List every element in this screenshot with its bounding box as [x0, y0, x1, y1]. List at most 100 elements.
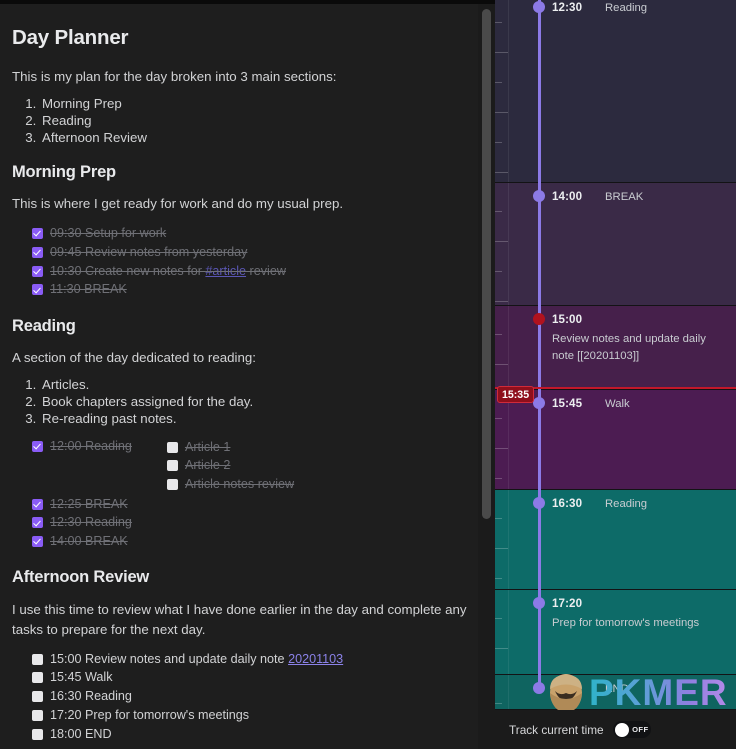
nested-task-list: Article 1 Article 2 Article notes review [139, 438, 294, 494]
task-list-item[interactable]: 09:45 Review notes from yesterday [32, 243, 471, 262]
daily-note-link[interactable]: 20201103 [288, 652, 343, 666]
timeline-gutter [495, 390, 509, 489]
task-list-item[interactable]: Article 2 [166, 457, 294, 476]
timeline-block-name: Walk [605, 398, 630, 410]
task-label: 15:45 Walk [50, 670, 113, 685]
timeline-block-time: 17:20 [552, 597, 583, 610]
timeline-block-time: 15:00 [552, 313, 583, 326]
section-paragraph: This is where I get ready for work and d… [12, 196, 344, 212]
ordered-list-item: Articles. [40, 376, 471, 393]
timeline-block-time: 16:30 [552, 497, 583, 510]
timeline-block[interactable]: 14:00 BREAK [495, 183, 736, 306]
section-paragraph: I use this time to review what I have do… [12, 602, 467, 638]
timeline-gutter [495, 590, 509, 674]
checkbox-unchecked[interactable] [32, 691, 43, 703]
note-editor-pane[interactable]: Day Planner This is my plan for the day … [0, 0, 495, 749]
tag-link[interactable]: #article [205, 264, 246, 278]
ordered-list-item: Book chapters assigned for the day. [40, 393, 471, 410]
checkbox-unchecked[interactable] [32, 728, 43, 740]
note-content: Day Planner This is my plan for the day … [0, 4, 495, 749]
checkbox-unchecked[interactable] [32, 653, 43, 665]
task-label: 14:00 BREAK [50, 534, 128, 549]
task-list-item[interactable]: 15:45 Walk [32, 669, 471, 688]
timeline-block[interactable]: 12:30 Reading [495, 0, 736, 183]
timeline-tick [495, 578, 502, 579]
day-planner-timeline-pane[interactable]: 12:30 Reading 14:00 BREAK 15:00 Review notes … [495, 0, 736, 749]
checkbox-unchecked[interactable] [166, 479, 178, 491]
note-sections: Morning Prep This is where I get ready fo… [12, 163, 471, 745]
task-list-item[interactable]: 12:25 BREAK [32, 495, 471, 514]
timeline-gutter [495, 306, 509, 389]
task-label: 09:30 Setup for work [50, 225, 167, 240]
checkbox-checked[interactable] [32, 246, 43, 258]
task-list-item[interactable]: 16:30 Reading [32, 688, 471, 707]
timeline-tick [495, 548, 508, 549]
section-heading: Reading [12, 316, 76, 335]
checkbox-unchecked[interactable] [166, 441, 178, 453]
track-current-time-toggle[interactable]: OFF [612, 721, 651, 738]
task-label: 11:30 BREAK [50, 282, 127, 297]
task-list-item[interactable]: 11:30 BREAK [32, 281, 471, 300]
task-label: 17:20 Prep for tomorrow's meetings [50, 708, 250, 723]
task-list: 09:30 Setup for work 09:45 Review notes f… [12, 224, 471, 299]
task-list-item[interactable]: 15:00 Review notes and update daily note… [32, 650, 471, 669]
task-list-item[interactable]: 18:00 END [32, 725, 471, 744]
task-list-item[interactable]: 12:00 Reading Article 1 Article 2 Article n… [32, 437, 471, 495]
timeline-tick [495, 478, 502, 479]
timeline-tick [495, 334, 502, 335]
checkbox-checked[interactable] [32, 498, 43, 510]
timeline-block-name: END [605, 683, 629, 695]
checkbox-unchecked[interactable] [166, 460, 178, 472]
task-list-item[interactable]: Article notes review [166, 476, 295, 495]
task-label: 09:45 Review notes from yesterday [50, 244, 248, 259]
intro-paragraph: This is my plan for the day broken into … [12, 68, 337, 84]
timeline-tick [495, 52, 508, 53]
checkbox-checked[interactable] [32, 517, 43, 529]
timeline-tick [495, 22, 502, 23]
timeline-block-time: 18:00 [552, 682, 583, 695]
task-list-item[interactable]: Article 1 [166, 438, 294, 457]
timeline-spine-line [538, 0, 542, 688]
timeline-block-time: 12:30 [552, 1, 583, 14]
timeline-block[interactable]: 18:00 END [495, 675, 736, 710]
section-heading: Afternoon Review [12, 568, 150, 587]
task-list-item[interactable]: 09:30 Setup for work [32, 224, 471, 243]
timeline-tick [495, 518, 502, 519]
checkbox-checked[interactable] [32, 227, 43, 239]
checkbox-checked[interactable] [32, 284, 43, 296]
timeline-dot [533, 597, 545, 609]
task-list-item[interactable]: 14:00 BREAK [32, 533, 471, 552]
task-list-item[interactable]: 10:30 Create new notes for #article revi… [32, 262, 471, 281]
timeline-block-time: 14:00 [552, 190, 583, 203]
timeline-tick [495, 211, 502, 212]
checkbox-checked[interactable] [32, 440, 43, 452]
task-list: 15:00 Review notes and update daily note… [12, 650, 471, 744]
task-list-item[interactable]: 17:20 Prep for tomorrow's meetings [32, 707, 471, 726]
timeline-block[interactable]: 15:45 Walk [495, 390, 736, 490]
task-label: 15:00 Review notes and update daily note… [50, 651, 344, 666]
timeline-block[interactable]: 17:20 Prep for tomorrow's meetings [495, 590, 736, 675]
timeline-block[interactable]: 15:00 Review notes and update daily note … [495, 306, 736, 390]
timeline-block-time: 15:45 [552, 397, 583, 410]
checkbox-checked[interactable] [32, 536, 43, 548]
section-paragraph: A section of the day dedicated to readin… [12, 350, 256, 366]
timeline-block[interactable]: 16:30 Reading [495, 490, 736, 590]
task-label: 10:30 Create new notes for #article revi… [50, 263, 286, 278]
ordered-list-item: Re-reading past notes. [40, 410, 471, 427]
toggle-knob [614, 722, 629, 737]
timeline-scroll-area[interactable]: 12:30 Reading 14:00 BREAK 15:00 Review notes … [495, 0, 736, 710]
page-title: Day Planner [12, 26, 129, 49]
overview-list-item: Morning Prep [40, 95, 471, 112]
current-time-badge: 15:35 [497, 386, 535, 403]
checkbox-unchecked[interactable] [32, 672, 43, 684]
task-label: Article notes review [184, 477, 295, 492]
task-label: 12:00 Reading [50, 438, 132, 453]
checkbox-checked[interactable] [32, 265, 43, 277]
note-scrollbar-thumb[interactable] [482, 9, 491, 519]
task-label: Article 2 [184, 458, 231, 473]
checkbox-unchecked[interactable] [32, 710, 43, 722]
timeline-gutter [495, 0, 509, 182]
track-current-time-label: Track current time [509, 722, 604, 737]
task-list-item[interactable]: 12:30 Reading [32, 514, 471, 533]
timeline-tick [495, 418, 502, 419]
